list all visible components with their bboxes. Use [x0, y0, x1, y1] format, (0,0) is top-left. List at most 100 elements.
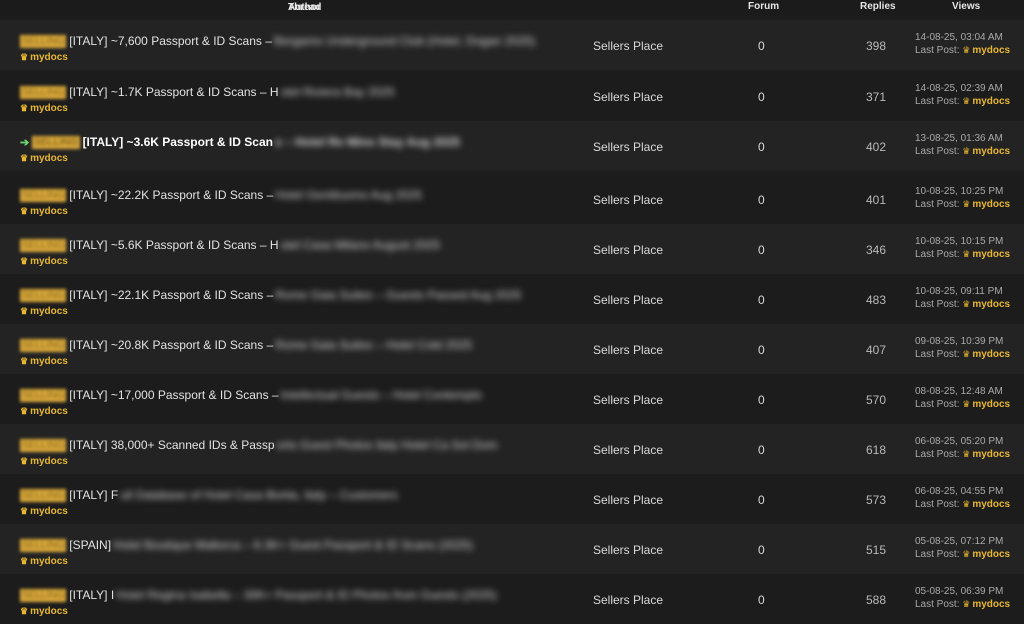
thread-title-redacted[interactable]: Bergamo Underground Club (Hotel, Dogan 2…: [274, 34, 536, 48]
forum-link[interactable]: Sellers Place: [593, 443, 663, 457]
thread-row[interactable]: SELLING [ITALY] 38,000+ Scanned IDs & Pas…: [0, 424, 1024, 474]
forum-link[interactable]: Sellers Place: [593, 243, 663, 257]
thread-title-redacted[interactable]: Rome Gaia Suites – Hotel Cold 2025: [275, 338, 472, 352]
last-post-user-link[interactable]: mydocs: [972, 96, 1010, 107]
thread-title-redacted[interactable]: s – Hotel Re Mino Stay Aug 2025: [275, 135, 460, 149]
last-post-user-link[interactable]: mydocs: [972, 549, 1010, 560]
thread-title-line[interactable]: SELLING [ITALY] ~22.1K Passport & ID Scan…: [20, 287, 521, 303]
thread-row[interactable]: SELLING [ITALY] ~5.6K Passport & ID Scans…: [0, 224, 1024, 274]
thread-row[interactable]: ➔ SELLING [ITALY] ~3.6K Passport & ID Scan…: [0, 121, 1024, 171]
last-post-date[interactable]: 06-08-25, 05:20 PM: [915, 436, 1010, 448]
author-username-link[interactable]: mydocs: [30, 356, 68, 367]
last-post-date[interactable]: 14-08-25, 02:39 AM: [915, 83, 1010, 95]
last-post-date[interactable]: 05-08-25, 06:39 PM: [915, 586, 1010, 598]
author-username-link[interactable]: mydocs: [30, 456, 68, 467]
forum-link[interactable]: Sellers Place: [593, 193, 663, 207]
thread-author[interactable]: ♛ mydocs: [20, 606, 68, 617]
forum-link[interactable]: Sellers Place: [593, 543, 663, 557]
thread-title-line[interactable]: SELLING [ITALY] ~7,600 Passport & ID Scan…: [20, 33, 535, 49]
thread-author[interactable]: ♛ mydocs: [20, 456, 68, 467]
author-username-link[interactable]: mydocs: [30, 103, 68, 114]
last-post-user-link[interactable]: mydocs: [972, 249, 1010, 260]
author-username-link[interactable]: mydocs: [30, 52, 68, 63]
views-header[interactable]: Views: [952, 1, 980, 12]
last-post-user-link[interactable]: mydocs: [972, 299, 1010, 310]
forum-link[interactable]: Sellers Place: [593, 140, 663, 154]
thread-author[interactable]: ♛ mydocs: [20, 506, 68, 517]
thread-row[interactable]: SELLING [ITALY] ~22.1K Passport & ID Scan…: [0, 274, 1024, 324]
thread-title-redacted[interactable]: otel Riviera Bay 2025: [281, 85, 395, 99]
last-post-user-link[interactable]: mydocs: [972, 399, 1010, 410]
thread-author[interactable]: ♛ mydocs: [20, 103, 68, 114]
last-post-date[interactable]: 10-08-25, 10:15 PM: [915, 236, 1010, 248]
author-username-link[interactable]: mydocs: [30, 306, 68, 317]
author-username-link[interactable]: mydocs: [30, 406, 68, 417]
thread-title-line[interactable]: SELLING [SPAIN] Hotel Boutique Mallorca – …: [20, 537, 473, 553]
author-username-link[interactable]: mydocs: [30, 506, 68, 517]
thread-row[interactable]: SELLING [ITALY] I Hotel Regina Isabella – …: [0, 574, 1024, 624]
last-post-date[interactable]: 05-08-25, 07:12 PM: [915, 536, 1010, 548]
thread-author[interactable]: ♛ mydocs: [20, 206, 68, 217]
thread-author[interactable]: ♛ mydocs: [20, 256, 68, 267]
author-username-link[interactable]: mydocs: [30, 206, 68, 217]
thread-title-link[interactable]: [SPAIN]: [69, 538, 111, 552]
last-post-date[interactable]: 08-08-25, 12:48 AM: [915, 386, 1010, 398]
author-username-link[interactable]: mydocs: [30, 256, 68, 267]
thread-row[interactable]: SELLING [ITALY] Full Database of Hotel Ca…: [0, 474, 1024, 524]
forum-link[interactable]: Sellers Place: [593, 593, 663, 607]
thread-row[interactable]: SELLING [ITALY] ~7,600 Passport & ID Scan…: [0, 20, 1024, 70]
thread-title-line[interactable]: SELLING [ITALY] ~22.2K Passport & ID Scan…: [20, 187, 422, 203]
forum-link[interactable]: Sellers Place: [593, 393, 663, 407]
thread-title-line[interactable]: SELLING [ITALY] ~1.7K Passport & ID Scans…: [20, 84, 395, 100]
thread-title-line[interactable]: SELLING [ITALY] ~20.8K Passport & ID Scan…: [20, 337, 472, 353]
last-post-user-link[interactable]: mydocs: [972, 45, 1010, 56]
thread-title-redacted[interactable]: ull Database of Hotel Casa Bortia, Italy…: [120, 488, 397, 502]
forum-link[interactable]: Sellers Place: [593, 90, 663, 104]
thread-row[interactable]: SELLING [ITALY] ~22.2K Passport & ID Scan…: [0, 174, 1024, 224]
thread-title-link[interactable]: [ITALY] ~22.2K Passport & ID Scans –: [69, 188, 273, 202]
author-username-link[interactable]: mydocs: [30, 153, 68, 164]
thread-title-redacted[interactable]: orts Guest Photos Italy Hotel Ca Sol Dom: [277, 438, 498, 452]
thread-title-line[interactable]: SELLING [ITALY] Full Database of Hotel Ca…: [20, 487, 398, 503]
thread-row[interactable]: SELLING [ITALY] ~20.8K Passport & ID Scan…: [0, 324, 1024, 374]
last-post-user-link[interactable]: mydocs: [972, 199, 1010, 210]
last-post-date[interactable]: 14-08-25, 03:04 AM: [915, 32, 1010, 44]
forum-header[interactable]: Forum: [748, 1, 779, 12]
new-post-arrow-icon[interactable]: ➔: [20, 136, 29, 149]
thread-title-link[interactable]: [ITALY] ~3.6K Passport & ID Scan: [83, 135, 273, 149]
author-username-link[interactable]: mydocs: [30, 556, 68, 567]
last-post-user-link[interactable]: mydocs: [972, 449, 1010, 460]
thread-title-link[interactable]: [ITALY] 38,000+ Scanned IDs & Passp: [69, 438, 274, 452]
author-header-label[interactable]: Author: [288, 2, 321, 13]
thread-author[interactable]: ♛ mydocs: [20, 356, 68, 367]
last-post-user-link[interactable]: mydocs: [972, 499, 1010, 510]
last-post-date[interactable]: 09-08-25, 10:39 PM: [915, 336, 1010, 348]
thread-title-link[interactable]: [ITALY] I: [69, 588, 114, 602]
thread-title-redacted[interactable]: Hotel Gentiluomo Aug 2025: [275, 188, 422, 202]
thread-author[interactable]: ♛ mydocs: [20, 52, 68, 63]
thread-title-redacted[interactable]: otel Casa Milano August 2025: [281, 238, 440, 252]
thread-author[interactable]: ♛ mydocs: [20, 306, 68, 317]
thread-title-line[interactable]: SELLING [ITALY] ~17,000 Passport & ID Sca…: [20, 387, 482, 403]
thread-row[interactable]: SELLING [SPAIN] Hotel Boutique Mallorca – …: [0, 524, 1024, 574]
last-post-user-link[interactable]: mydocs: [972, 349, 1010, 360]
thread-title-redacted[interactable]: Rome Gaia Suites – Guests Passed Aug 202…: [275, 288, 521, 302]
forum-link[interactable]: Sellers Place: [593, 39, 663, 53]
thread-title-line[interactable]: ➔ SELLING [ITALY] ~3.6K Passport & ID Scan…: [20, 134, 460, 150]
last-post-date[interactable]: 10-08-25, 10:25 PM: [915, 186, 1010, 198]
last-post-date[interactable]: 13-08-25, 01:36 AM: [915, 133, 1010, 145]
forum-link[interactable]: Sellers Place: [593, 493, 663, 507]
thread-author[interactable]: ♛ mydocs: [20, 153, 68, 164]
thread-title-link[interactable]: [ITALY] ~22.1K Passport & ID Scans –: [69, 288, 273, 302]
last-post-user-link[interactable]: mydocs: [972, 146, 1010, 157]
thread-author[interactable]: ♛ mydocs: [20, 556, 68, 567]
forum-link[interactable]: Sellers Place: [593, 293, 663, 307]
thread-title-link[interactable]: [ITALY] F: [69, 488, 118, 502]
thread-title-line[interactable]: SELLING [ITALY] 38,000+ Scanned IDs & Pas…: [20, 437, 497, 453]
thread-row[interactable]: SELLING [ITALY] ~17,000 Passport & ID Sca…: [0, 374, 1024, 424]
replies-header[interactable]: Replies: [860, 1, 896, 12]
thread-row[interactable]: SELLING [ITALY] ~1.7K Passport & ID Scans…: [0, 71, 1024, 121]
thread-title-link[interactable]: [ITALY] ~17,000 Passport & ID Scans –: [69, 388, 278, 402]
thread-title-redacted[interactable]: Hotel Regina Isabella – 30K+ Passport & …: [116, 588, 497, 602]
thread-title-line[interactable]: SELLING [ITALY] I Hotel Regina Isabella – …: [20, 587, 497, 603]
